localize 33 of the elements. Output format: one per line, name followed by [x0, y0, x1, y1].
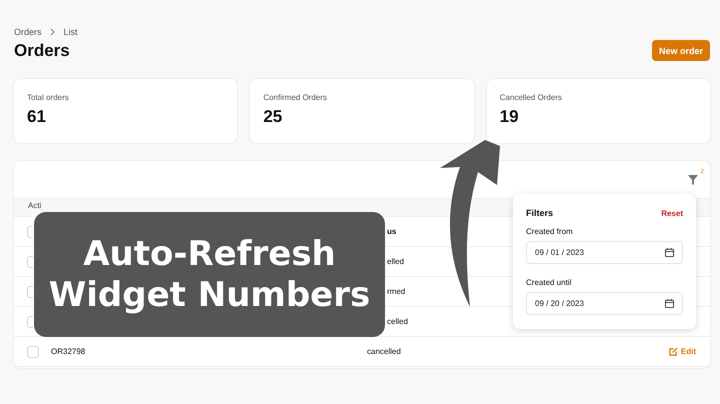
order-number: OR32798	[51, 347, 86, 356]
status-text: elled	[387, 257, 404, 266]
checkbox[interactable]	[27, 346, 39, 358]
checkbox[interactable]	[27, 316, 33, 328]
stat-label: Confirmed Orders	[263, 93, 328, 102]
reset-link[interactable]: Reset	[661, 208, 683, 218]
status-text: rmed	[387, 287, 406, 296]
calendar-icon	[665, 248, 674, 257]
field-label: Created until	[526, 278, 572, 287]
stat-value: 25	[263, 107, 284, 127]
status-text: celled	[387, 317, 408, 326]
filters-title: Filters	[526, 208, 554, 218]
stat-label: Total orders	[27, 93, 70, 102]
date-field[interactable]: 09 / 20 / 2023	[526, 292, 683, 315]
edit-icon	[668, 347, 678, 356]
stat-value: 61	[27, 107, 47, 127]
column-header: Acti	[28, 201, 42, 210]
checkbox[interactable]	[27, 256, 33, 268]
stat-label: Cancelled Orders	[500, 93, 563, 102]
page-title: Orders	[14, 40, 70, 60]
column-header: us	[387, 227, 396, 236]
filter-icon[interactable]	[688, 174, 698, 184]
stat-value: 19	[500, 107, 520, 127]
chevron-icon	[50, 28, 56, 36]
checkbox[interactable]	[27, 286, 33, 298]
calendar-icon	[665, 299, 674, 308]
status-text: cancelled	[367, 347, 401, 356]
date-field[interactable]: 09 / 01 / 2023	[526, 241, 683, 264]
breadcrumb-link[interactable]: List	[64, 27, 78, 37]
breadcrumb-link[interactable]: Orders	[14, 27, 42, 37]
checkbox[interactable]	[27, 226, 33, 238]
caption-banner: Auto-Refresh Widget Numbers	[34, 212, 385, 337]
field-label: Created from	[526, 227, 574, 236]
